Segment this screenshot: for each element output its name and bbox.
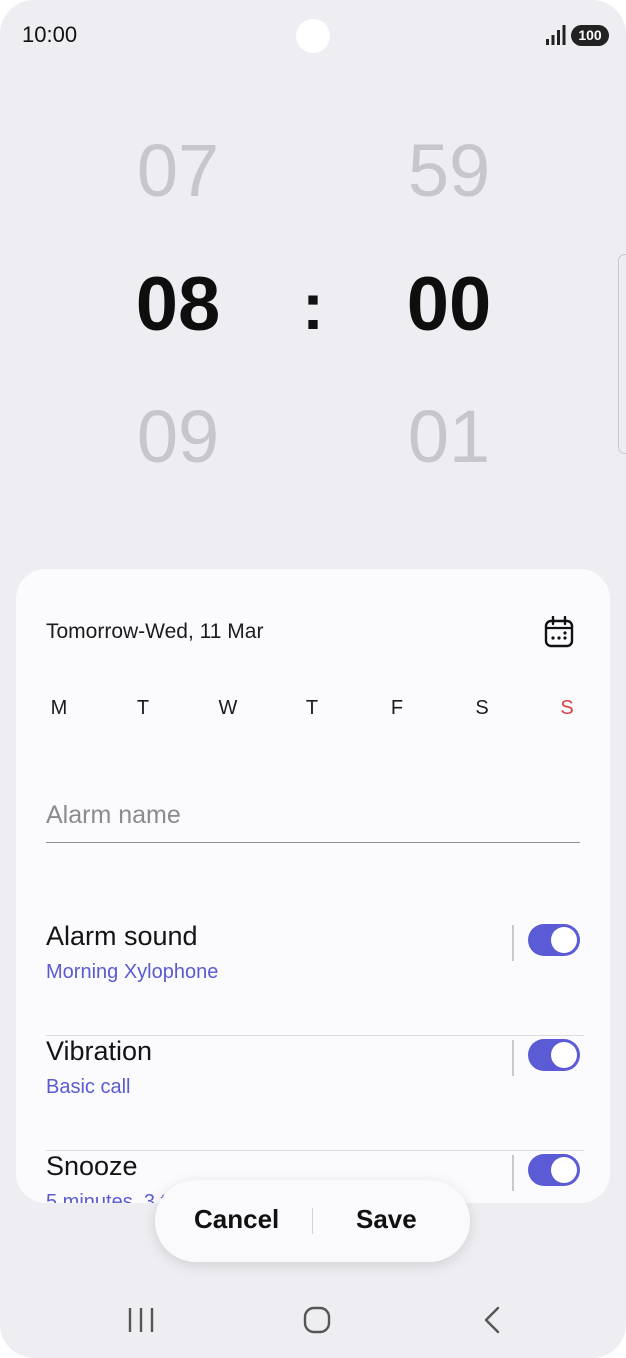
minute-previous[interactable]: 59 xyxy=(379,128,519,213)
setting-subtitle: Basic call xyxy=(46,1076,131,1098)
action-bar: Cancel Save xyxy=(155,1180,470,1262)
battery-icon: 100 xyxy=(571,25,609,46)
day-thursday[interactable]: T xyxy=(297,697,327,720)
edge-panel-handle[interactable] xyxy=(618,254,626,454)
hour-next[interactable]: 09 xyxy=(108,394,248,479)
row-separator xyxy=(512,925,514,961)
toggle-knob xyxy=(551,927,577,953)
setting-title: Alarm sound xyxy=(46,921,198,951)
camera-cutout xyxy=(296,19,330,53)
save-button[interactable]: Save xyxy=(356,1204,417,1235)
vibration-toggle[interactable] xyxy=(528,1039,580,1071)
cancel-button[interactable]: Cancel xyxy=(194,1204,279,1235)
alarm-name-input[interactable]: Alarm name xyxy=(46,801,580,843)
setting-subtitle: Morning Xylophone xyxy=(46,961,219,983)
snooze-toggle[interactable] xyxy=(528,1154,580,1186)
day-saturday[interactable]: S xyxy=(467,697,497,720)
calendar-icon[interactable] xyxy=(544,616,574,648)
status-time: 10:00 xyxy=(22,22,78,47)
day-monday[interactable]: M xyxy=(44,697,74,720)
alarm-date-label: Tomorrow-Wed, 11 Mar xyxy=(46,620,264,643)
alarm-sound-toggle[interactable] xyxy=(528,924,580,956)
repeat-days: M T W T F S S xyxy=(16,697,610,721)
minute-next[interactable]: 01 xyxy=(379,394,519,479)
minute-selected[interactable]: 00 xyxy=(379,261,519,348)
hour-selected[interactable]: 08 xyxy=(108,261,248,348)
row-separator xyxy=(512,1155,514,1191)
day-wednesday[interactable]: W xyxy=(213,697,243,720)
home-icon[interactable] xyxy=(301,1302,333,1338)
setting-title: Snooze xyxy=(46,1151,138,1181)
day-tuesday[interactable]: T xyxy=(128,697,158,720)
back-icon[interactable] xyxy=(478,1302,506,1338)
toggle-knob xyxy=(551,1157,577,1183)
recent-apps-icon[interactable] xyxy=(126,1302,156,1338)
row-separator xyxy=(512,1040,514,1076)
setting-title: Vibration xyxy=(46,1036,153,1066)
signal-icon xyxy=(546,25,566,45)
action-separator xyxy=(312,1208,313,1234)
time-separator: : xyxy=(302,269,324,343)
day-friday[interactable]: F xyxy=(382,697,412,720)
alarm-settings-card: Tomorrow-Wed, 11 Mar M T W T F S S Alarm… xyxy=(16,569,610,1203)
toggle-knob xyxy=(551,1042,577,1068)
alarm-edit-screen: 10:00 100 07 08 09 : 59 00 01 Tomorrow-W… xyxy=(0,0,626,1358)
setting-alarm-sound[interactable]: Alarm sound Morning Xylophone xyxy=(16,921,610,1036)
setting-vibration[interactable]: Vibration Basic call xyxy=(16,1036,610,1151)
hour-previous[interactable]: 07 xyxy=(108,128,248,213)
day-sunday[interactable]: S xyxy=(552,697,582,720)
